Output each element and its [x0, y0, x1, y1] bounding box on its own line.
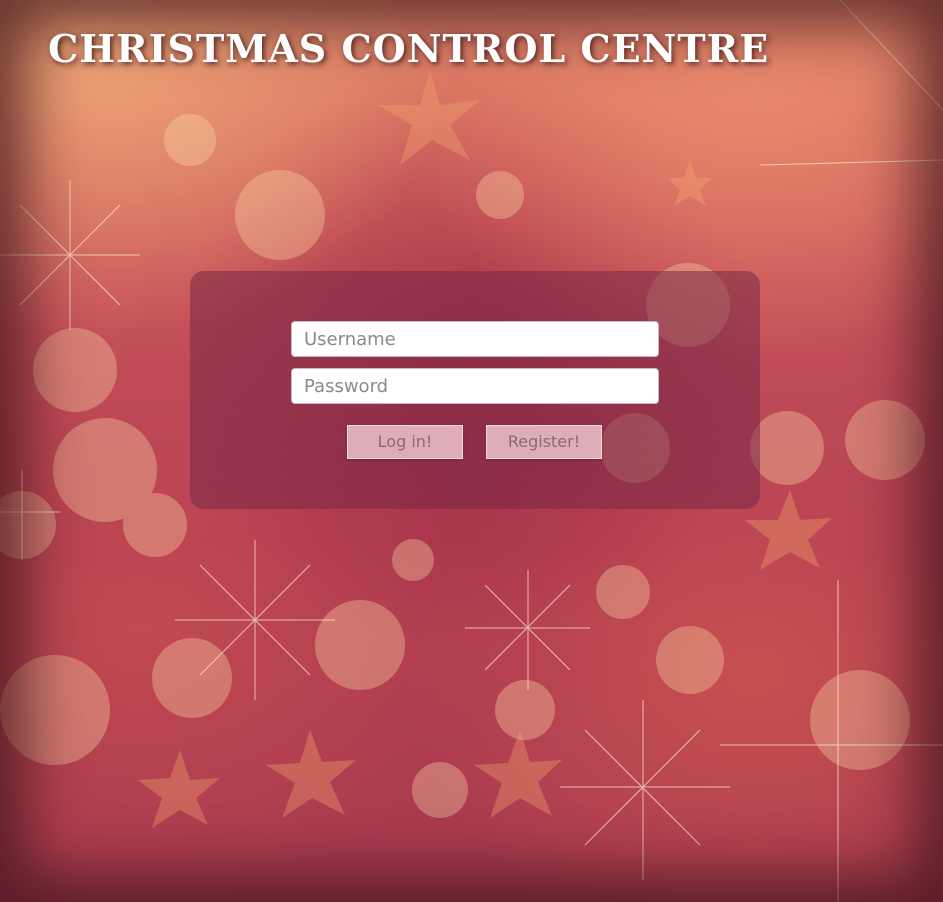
page-title: CHRISTMAS CONTROL CENTRE	[48, 26, 770, 71]
login-panel: Log in! Register!	[190, 271, 760, 509]
username-input[interactable]	[291, 321, 659, 357]
login-button[interactable]: Log in!	[347, 425, 463, 459]
register-button[interactable]: Register!	[486, 425, 602, 459]
password-input[interactable]	[291, 368, 659, 404]
